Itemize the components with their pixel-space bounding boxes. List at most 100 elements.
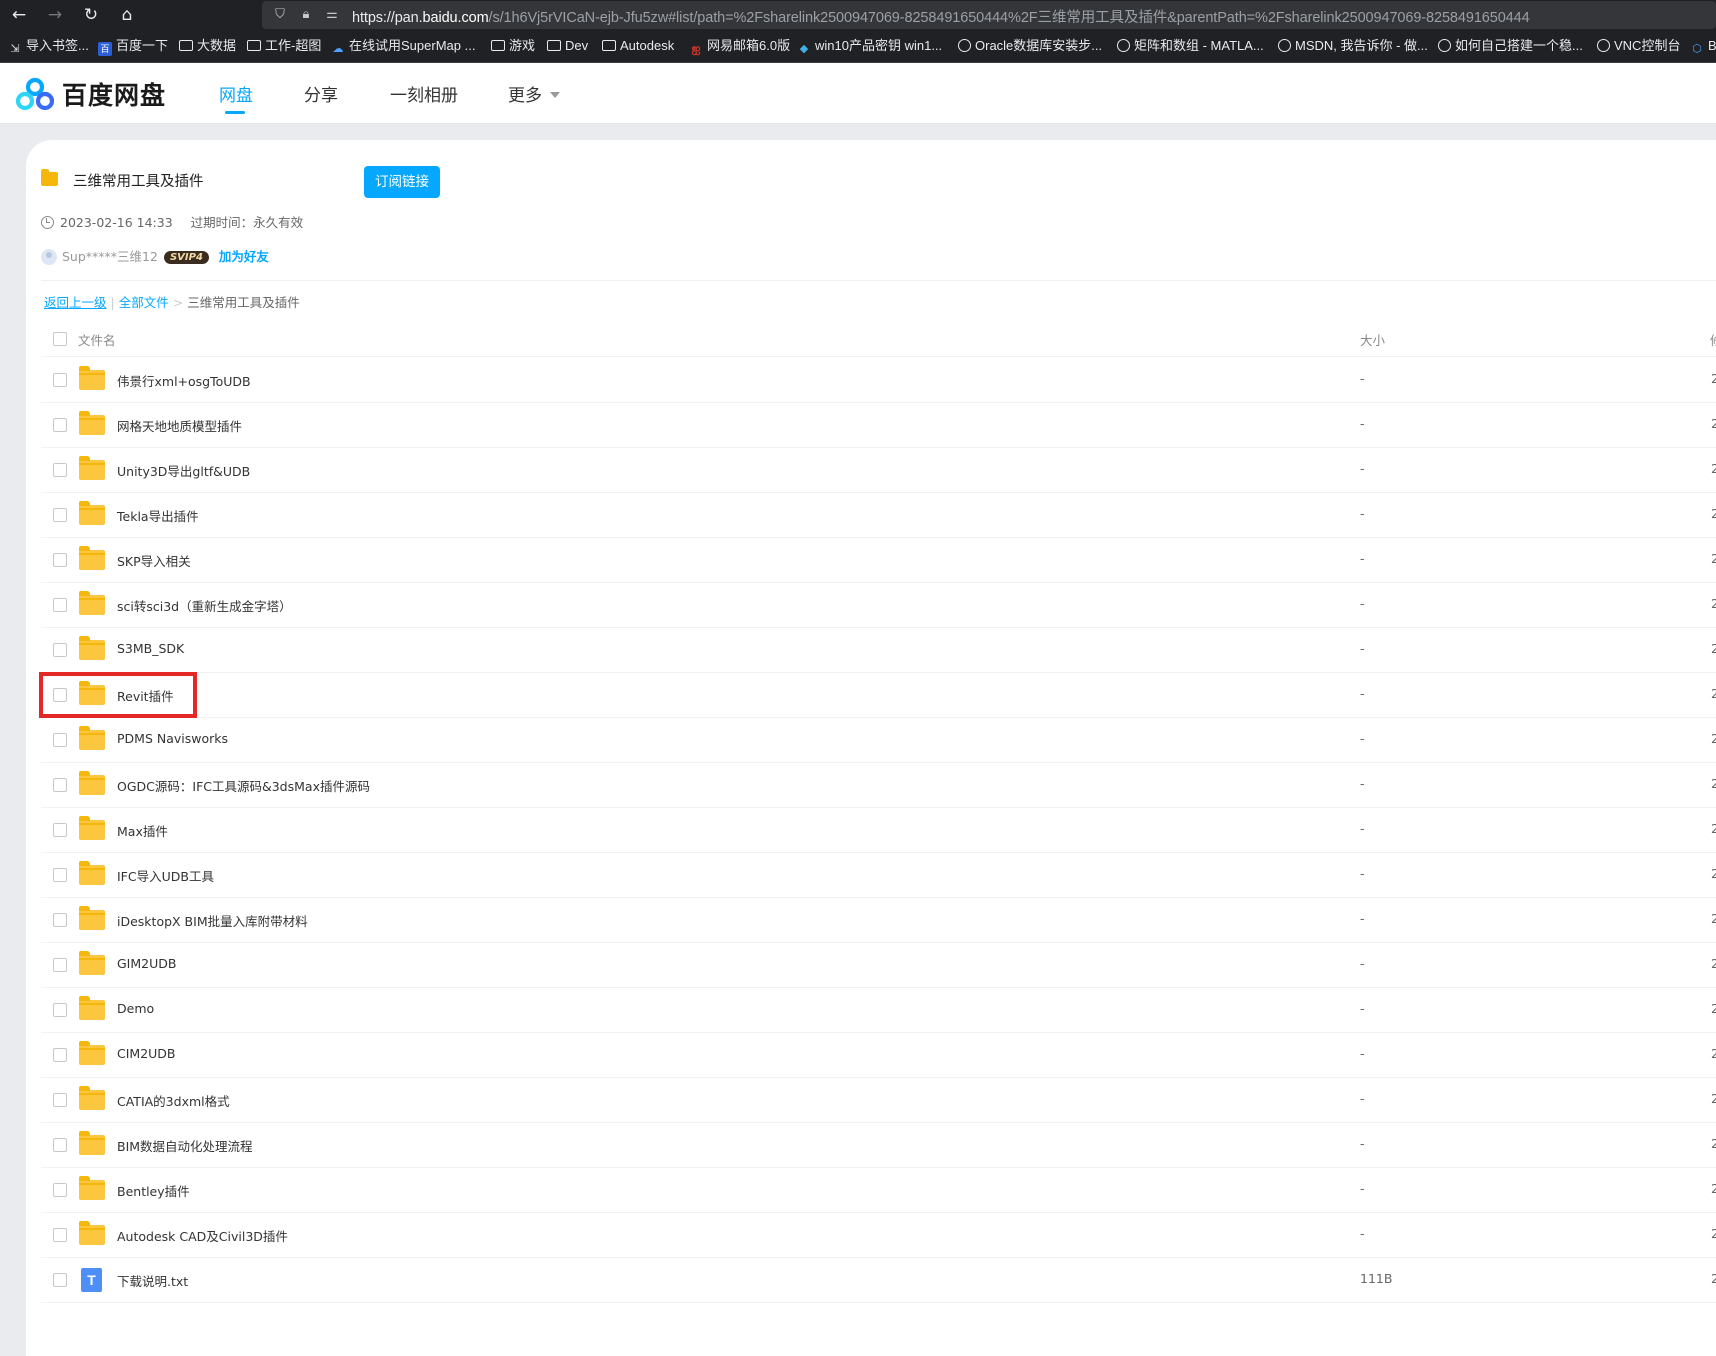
folder-icon[interactable] — [79, 546, 105, 570]
tab-more[interactable]: 更多 — [508, 81, 560, 106]
bookmark-b[interactable]: ⬡ B — [1690, 37, 1716, 55]
file-name-link[interactable]: 网格天地地质模型插件 — [117, 416, 242, 435]
folder-icon[interactable] — [79, 636, 105, 660]
folder-icon[interactable] — [79, 1221, 105, 1245]
table-row[interactable]: Tekla导出插件 - 2 — [41, 492, 1716, 538]
table-row[interactable]: iDesktopX BIM批量入库附带材料 - 2 — [41, 897, 1716, 943]
address-bar[interactable]: ⛉ 🔒︎ ⚌ https://pan.baidu.com/s/1h6Vj5rVI… — [262, 1, 1716, 29]
bookmark-games[interactable]: 游戏 — [491, 37, 535, 55]
table-row[interactable]: Revit插件 -2 — [41, 672, 1716, 718]
folder-icon[interactable] — [79, 1131, 105, 1155]
folder-icon[interactable] — [79, 456, 105, 480]
folder-icon[interactable] — [79, 501, 105, 525]
table-row[interactable]: T 下载说明.txt 111B 2 — [41, 1257, 1716, 1303]
row-checkbox[interactable] — [53, 1273, 67, 1287]
folder-icon[interactable] — [79, 771, 105, 795]
folder-icon[interactable] — [79, 816, 105, 840]
tab-album[interactable]: 一刻相册 — [390, 81, 458, 106]
table-row[interactable]: sci转sci3d（重新生成金字塔） - 2 — [41, 582, 1716, 628]
table-row[interactable]: CIM2UDB - 2 — [41, 1032, 1716, 1078]
folder-icon[interactable] — [79, 591, 105, 615]
table-row[interactable]: Bentley插件 - 2 — [41, 1167, 1716, 1213]
table-row[interactable]: 网格天地地质模型插件 - 2 — [41, 402, 1716, 448]
table-row[interactable]: Demo - 2 — [41, 987, 1716, 1033]
bookmark-supermap[interactable]: ☁ 在线试用SuperMap ... — [331, 37, 476, 55]
table-row[interactable]: GIM2UDB - 2 — [41, 942, 1716, 988]
file-name-link[interactable]: 下载说明.txt — [117, 1271, 188, 1290]
file-name-link[interactable]: sci转sci3d（重新生成金字塔） — [117, 596, 292, 615]
file-name-link[interactable]: IFC导入UDB工具 — [117, 866, 214, 885]
file-name-link[interactable]: 伟景行xml+osgToUDB — [117, 371, 251, 390]
home-icon[interactable]: ⌂ — [116, 4, 138, 26]
row-checkbox[interactable] — [53, 1183, 67, 1197]
row-checkbox[interactable] — [53, 463, 67, 477]
bookmark-import[interactable]: ⇲ 导入书签... — [8, 37, 88, 55]
row-checkbox[interactable] — [53, 958, 67, 972]
folder-icon[interactable] — [79, 366, 105, 390]
row-checkbox[interactable] — [53, 1138, 67, 1152]
file-name-link[interactable]: Tekla导出插件 — [117, 506, 199, 525]
shield-icon[interactable]: ⛉ — [272, 7, 288, 23]
bookmark-dev[interactable]: Dev — [547, 37, 588, 55]
bookmark-howto[interactable]: 如何自己搭建一个稳... — [1438, 37, 1583, 55]
row-checkbox[interactable] — [53, 1228, 67, 1242]
row-checkbox[interactable] — [53, 778, 67, 792]
text-file-icon[interactable]: T — [81, 1268, 102, 1292]
table-row[interactable]: Unity3D导出gltf&UDB - 2 — [41, 447, 1716, 493]
file-name-link[interactable]: Demo — [117, 1001, 154, 1016]
bookmark-netease[interactable]: ஐ 网易邮箱6.0版 — [689, 37, 791, 55]
tab-netdisk[interactable]: 网盘 — [219, 81, 253, 106]
bookmark-baidu[interactable]: 百百度一下 — [98, 37, 168, 56]
folder-icon[interactable] — [79, 861, 105, 885]
breadcrumb-back-link[interactable]: 返回上一级 — [44, 295, 107, 310]
owner-name[interactable]: Sup*****三维12 — [62, 249, 158, 264]
folder-icon[interactable] — [79, 906, 105, 930]
row-checkbox[interactable] — [53, 1048, 67, 1062]
bookmark-work[interactable]: 工作-超图 — [247, 37, 321, 55]
table-row[interactable]: BIM数据自动化处理流程 - 2 — [41, 1122, 1716, 1168]
folder-icon[interactable] — [79, 996, 105, 1020]
row-checkbox[interactable] — [53, 373, 67, 387]
file-name-link[interactable]: Unity3D导出gltf&UDB — [117, 461, 250, 480]
bookmark-oracle[interactable]: Oracle数据库安装步... — [958, 37, 1102, 55]
folder-icon[interactable] — [79, 726, 105, 750]
bookmark-matlab[interactable]: 矩阵和数组 - MATLA... — [1117, 37, 1264, 55]
row-checkbox[interactable] — [53, 508, 67, 522]
back-arrow-icon[interactable]: ← — [8, 4, 30, 26]
column-header-date[interactable]: 修 — [1710, 330, 1716, 349]
file-name-link[interactable]: GIM2UDB — [117, 956, 176, 971]
file-name-link[interactable]: OGDC源码：IFC工具源码&3dsMax插件源码 — [117, 776, 370, 795]
row-checkbox[interactable] — [53, 1003, 67, 1017]
file-name-link[interactable]: CIM2UDB — [117, 1046, 176, 1061]
folder-icon[interactable] — [79, 951, 105, 975]
folder-icon[interactable] — [79, 1086, 105, 1110]
permissions-icon[interactable]: ⚌ — [324, 7, 340, 23]
reload-icon[interactable]: ↻ — [80, 4, 102, 26]
breadcrumb-all-files-link[interactable]: 全部文件 — [119, 295, 169, 310]
table-row[interactable]: IFC导入UDB工具 - 2 — [41, 852, 1716, 898]
file-name-link[interactable]: SKP导入相关 — [117, 551, 191, 570]
subscribe-button[interactable]: 订阅链接 — [364, 166, 440, 198]
column-header-name[interactable]: 文件名 — [78, 330, 116, 349]
bookmark-vnc[interactable]: VNC控制台 — [1597, 37, 1680, 55]
column-header-size[interactable]: 大小 — [1360, 330, 1385, 349]
url-text[interactable]: https://pan.baidu.com/s/1h6Vj5rVICaN-ejb… — [352, 6, 1530, 27]
table-row[interactable]: S3MB_SDK - 2 — [41, 627, 1716, 673]
bookmark-bigdata[interactable]: 大数据 — [179, 37, 236, 55]
file-name-link[interactable]: Autodesk CAD及Civil3D插件 — [117, 1226, 288, 1245]
baidu-netdisk-logo-icon[interactable] — [16, 77, 54, 111]
row-checkbox[interactable] — [53, 823, 67, 837]
bookmark-win10[interactable]: ◆ win10产品密钥 win1... — [797, 37, 942, 55]
row-checkbox[interactable] — [53, 418, 67, 432]
file-name-link[interactable]: iDesktopX BIM批量入库附带材料 — [117, 911, 308, 930]
row-checkbox[interactable] — [53, 733, 67, 747]
row-checkbox[interactable] — [53, 598, 67, 612]
row-checkbox[interactable] — [53, 643, 67, 657]
row-checkbox[interactable] — [53, 868, 67, 882]
lock-icon[interactable]: 🔒︎ — [298, 7, 314, 23]
file-name-link[interactable]: PDMS Navisworks — [117, 731, 228, 746]
tab-share[interactable]: 分享 — [304, 81, 338, 106]
table-row[interactable]: PDMS Navisworks - 2 — [41, 717, 1716, 763]
select-all-checkbox[interactable] — [53, 332, 67, 346]
row-checkbox[interactable] — [53, 553, 67, 567]
